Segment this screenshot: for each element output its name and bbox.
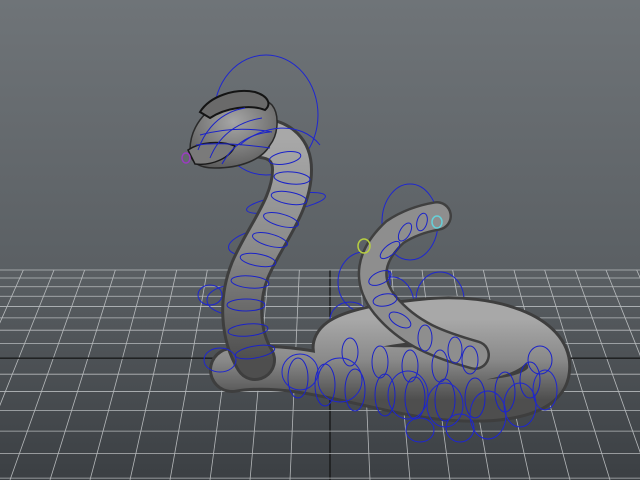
3d-viewport[interactable] — [0, 0, 640, 480]
grid-line — [49, 269, 116, 480]
viewport-scene[interactable] — [0, 0, 640, 480]
grid-line — [89, 269, 147, 480]
grid-line — [574, 269, 640, 454]
grid-line — [605, 269, 640, 357]
grid-line — [0, 269, 55, 407]
grid-line — [9, 269, 86, 480]
grid-line — [129, 269, 178, 480]
snake-mesh[interactable] — [187, 90, 572, 423]
grid-line — [169, 269, 208, 480]
